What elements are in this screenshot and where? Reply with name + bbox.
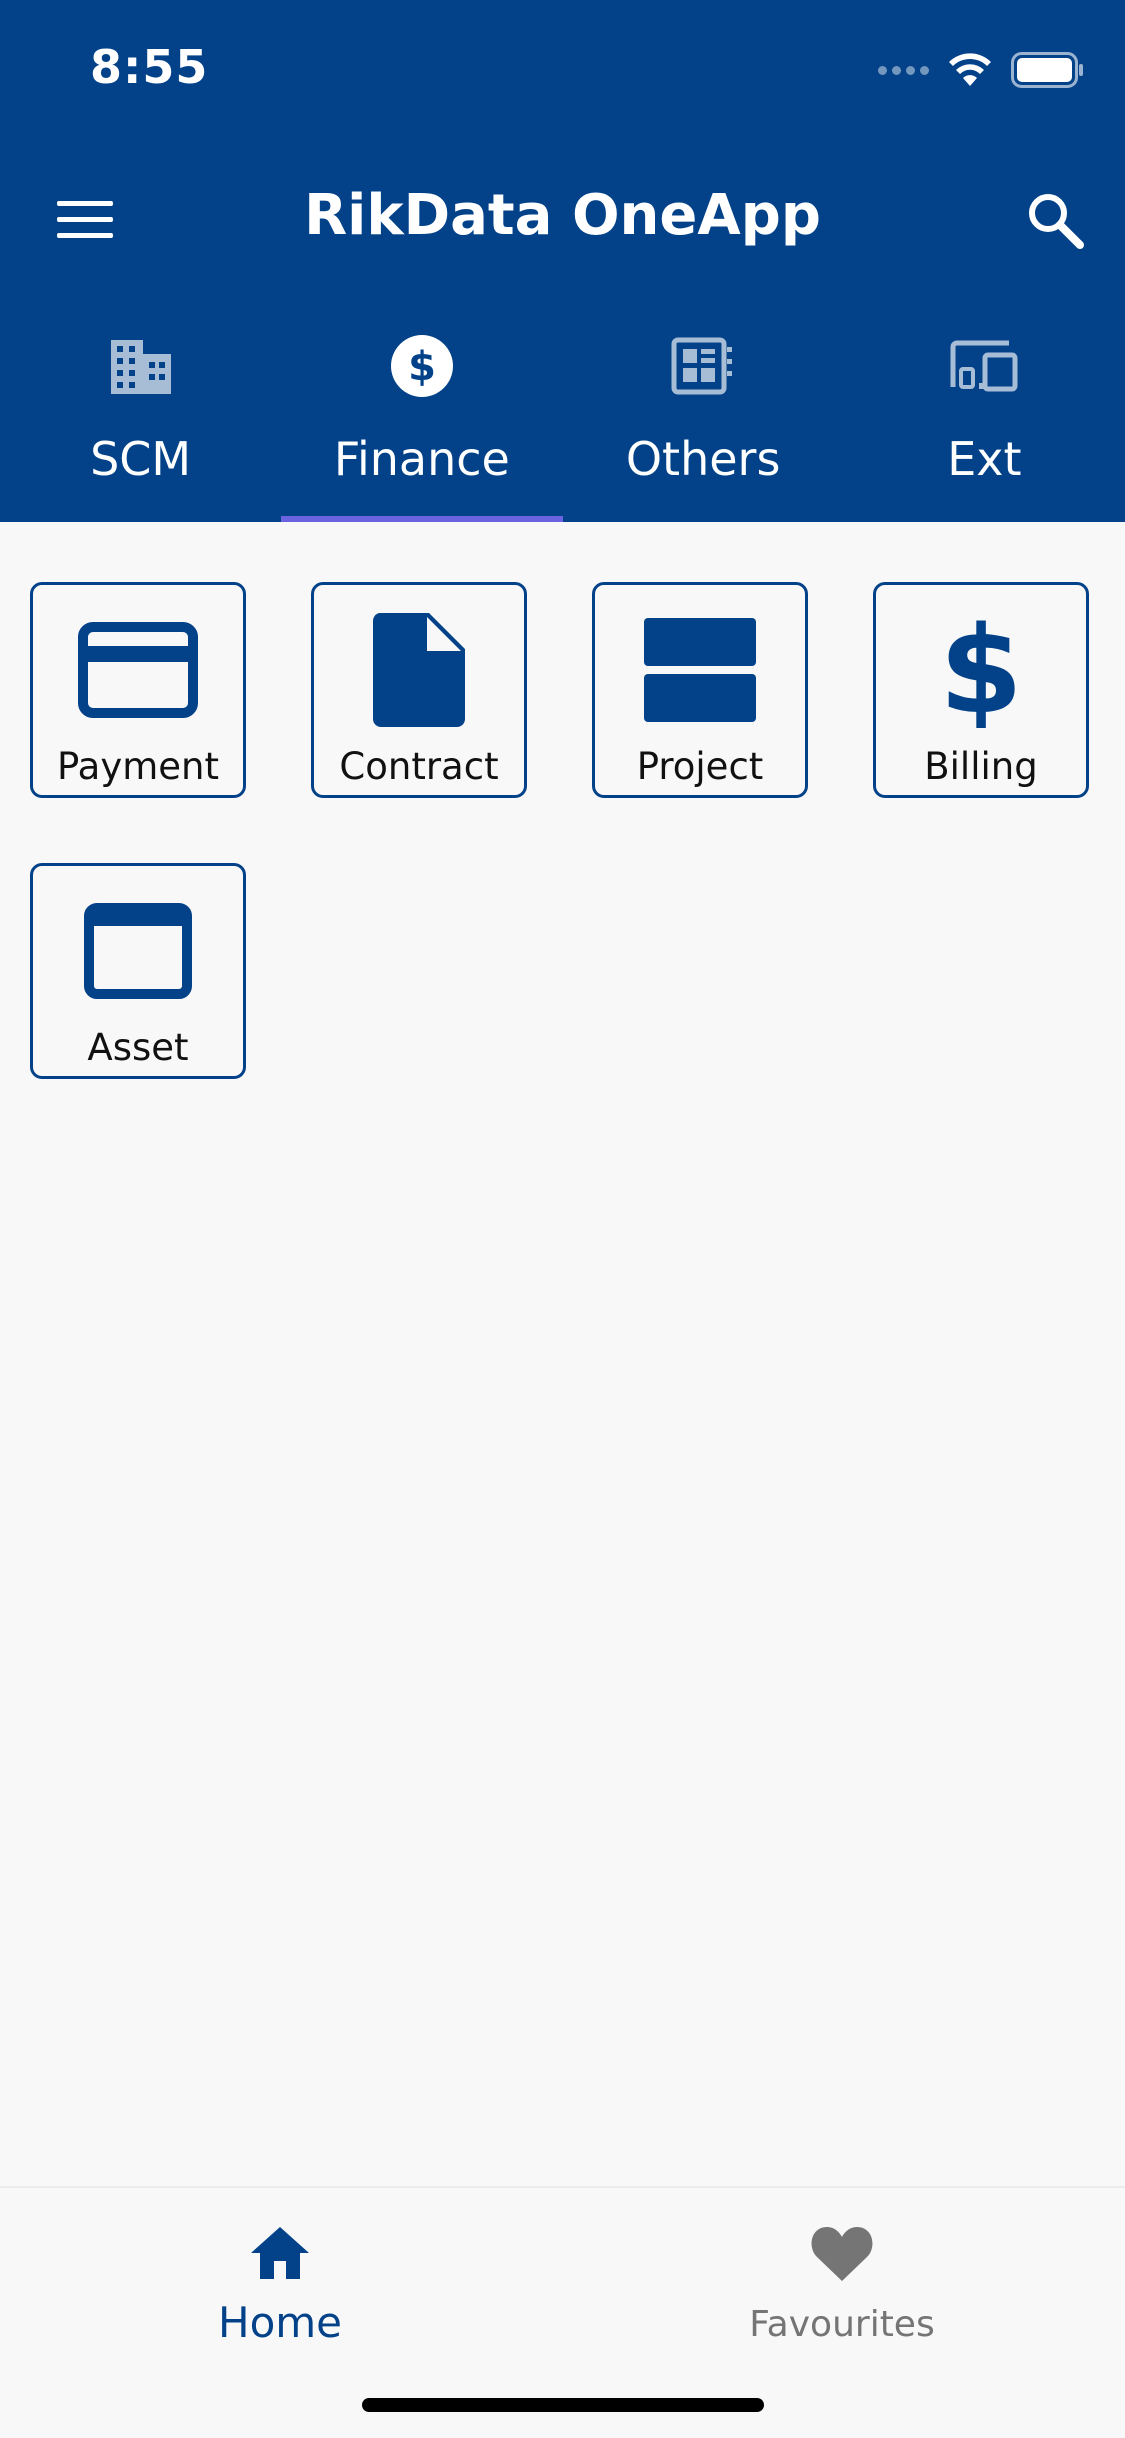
tab-ext[interactable]: Ext <box>844 320 1125 522</box>
tab-finance[interactable]: $ Finance <box>281 320 563 522</box>
nav-label: Favourites <box>749 2304 935 2345</box>
contract-tile[interactable]: Contract <box>311 582 527 798</box>
tab-scm[interactable]: SCM <box>0 320 281 522</box>
search-button[interactable] <box>1015 180 1095 260</box>
window-icon <box>33 896 243 1006</box>
status-bar: 8:55 <box>0 0 1125 140</box>
nav-home[interactable]: Home <box>130 2218 430 2368</box>
svg-text:$: $ <box>941 612 1021 728</box>
heart-icon <box>807 2218 877 2288</box>
tab-label: SCM <box>90 432 192 486</box>
tile-label: Project <box>636 745 764 788</box>
asset-tile[interactable]: Asset <box>30 863 246 1079</box>
dollar-circle-icon: $ <box>386 330 458 402</box>
tile-label: Billing <box>924 745 1038 788</box>
cellular-signal-icon <box>878 65 929 75</box>
building-icon <box>105 330 177 402</box>
tab-label: Others <box>625 432 781 486</box>
billing-tile[interactable]: $ Billing <box>873 582 1089 798</box>
document-icon <box>314 613 524 727</box>
svg-text:$: $ <box>408 344 436 390</box>
status-icons <box>878 48 1085 92</box>
devices-icon <box>948 330 1020 402</box>
tile-label: Payment <box>57 745 219 788</box>
battery-icon <box>1011 52 1083 88</box>
payment-tile[interactable]: Payment <box>30 582 246 798</box>
tile-label: Asset <box>87 1026 189 1069</box>
category-tabs: SCM $ Finance Others Ext <box>0 320 1125 522</box>
app-title: RikData OneApp <box>304 183 821 248</box>
status-time: 8:55 <box>90 40 209 94</box>
tab-label: Ext <box>947 432 1022 486</box>
app-bar: RikData OneApp <box>0 165 1125 275</box>
newspaper-icon <box>667 330 739 402</box>
tab-label: Finance <box>333 432 510 486</box>
split-view-icon <box>595 615 805 725</box>
nav-favourites[interactable]: Favourites <box>692 2218 992 2368</box>
credit-card-icon <box>33 615 243 725</box>
home-indicator[interactable] <box>362 2398 764 2412</box>
dollar-icon: $ <box>876 612 1086 728</box>
wifi-icon <box>949 53 991 86</box>
nav-label: Home <box>217 2298 343 2347</box>
project-tile[interactable]: Project <box>592 582 808 798</box>
tile-label: Contract <box>339 745 499 788</box>
app-header: 8:55 RikData OneApp SCM $ Finance Others… <box>0 0 1125 522</box>
search-icon <box>1029 194 1084 249</box>
home-icon <box>245 2218 315 2288</box>
tab-others[interactable]: Others <box>563 320 844 522</box>
selected-tab-indicator <box>281 516 563 522</box>
